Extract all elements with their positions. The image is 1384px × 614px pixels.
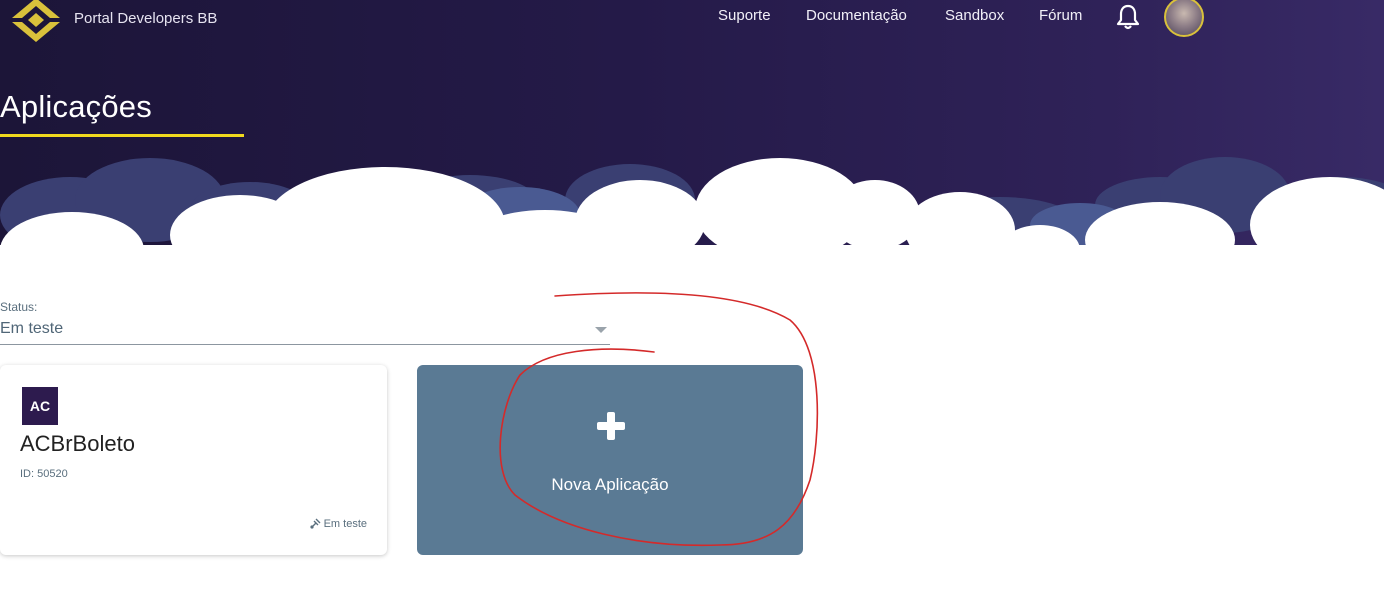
new-app-label: Nova Aplicação	[551, 475, 669, 494]
chevron-down-icon	[595, 327, 607, 333]
app-id: ID: 50520	[20, 468, 68, 480]
page-title: Aplicações	[0, 89, 152, 124]
nav-suporte[interactable]: Suporte	[718, 7, 771, 27]
app-initials-badge: AC	[22, 387, 58, 425]
plus-icon	[597, 412, 625, 440]
nav-forum[interactable]: Fórum	[1039, 7, 1082, 27]
header-banner: Portal Developers BB Suporte Documentaçã…	[0, 0, 1384, 260]
app-status: Em teste	[309, 518, 367, 530]
title-underline	[0, 134, 244, 137]
page: Portal Developers BB Suporte Documentaçã…	[0, 0, 1384, 614]
bb-logo-icon[interactable]	[10, 0, 62, 44]
app-card[interactable]: AC ACBrBoleto ID: 50520 Em teste	[0, 365, 387, 555]
brand-name[interactable]: Portal Developers BB	[74, 10, 217, 27]
app-name: ACBrBoleto	[20, 431, 135, 456]
status-filter-value: Em teste	[0, 320, 64, 337]
bell-icon[interactable]	[1115, 3, 1141, 31]
new-app-button[interactable]: Nova Aplicação	[417, 365, 803, 555]
nav-documentacao[interactable]: Documentação	[806, 7, 907, 27]
nav-sandbox[interactable]: Sandbox	[945, 7, 1004, 27]
status-filter-label: Status:	[0, 300, 38, 314]
flask-icon	[309, 518, 321, 529]
app-status-label: Em teste	[323, 518, 367, 530]
status-filter-select[interactable]: Em teste	[0, 318, 610, 345]
clouds-decoration	[0, 157, 1384, 260]
